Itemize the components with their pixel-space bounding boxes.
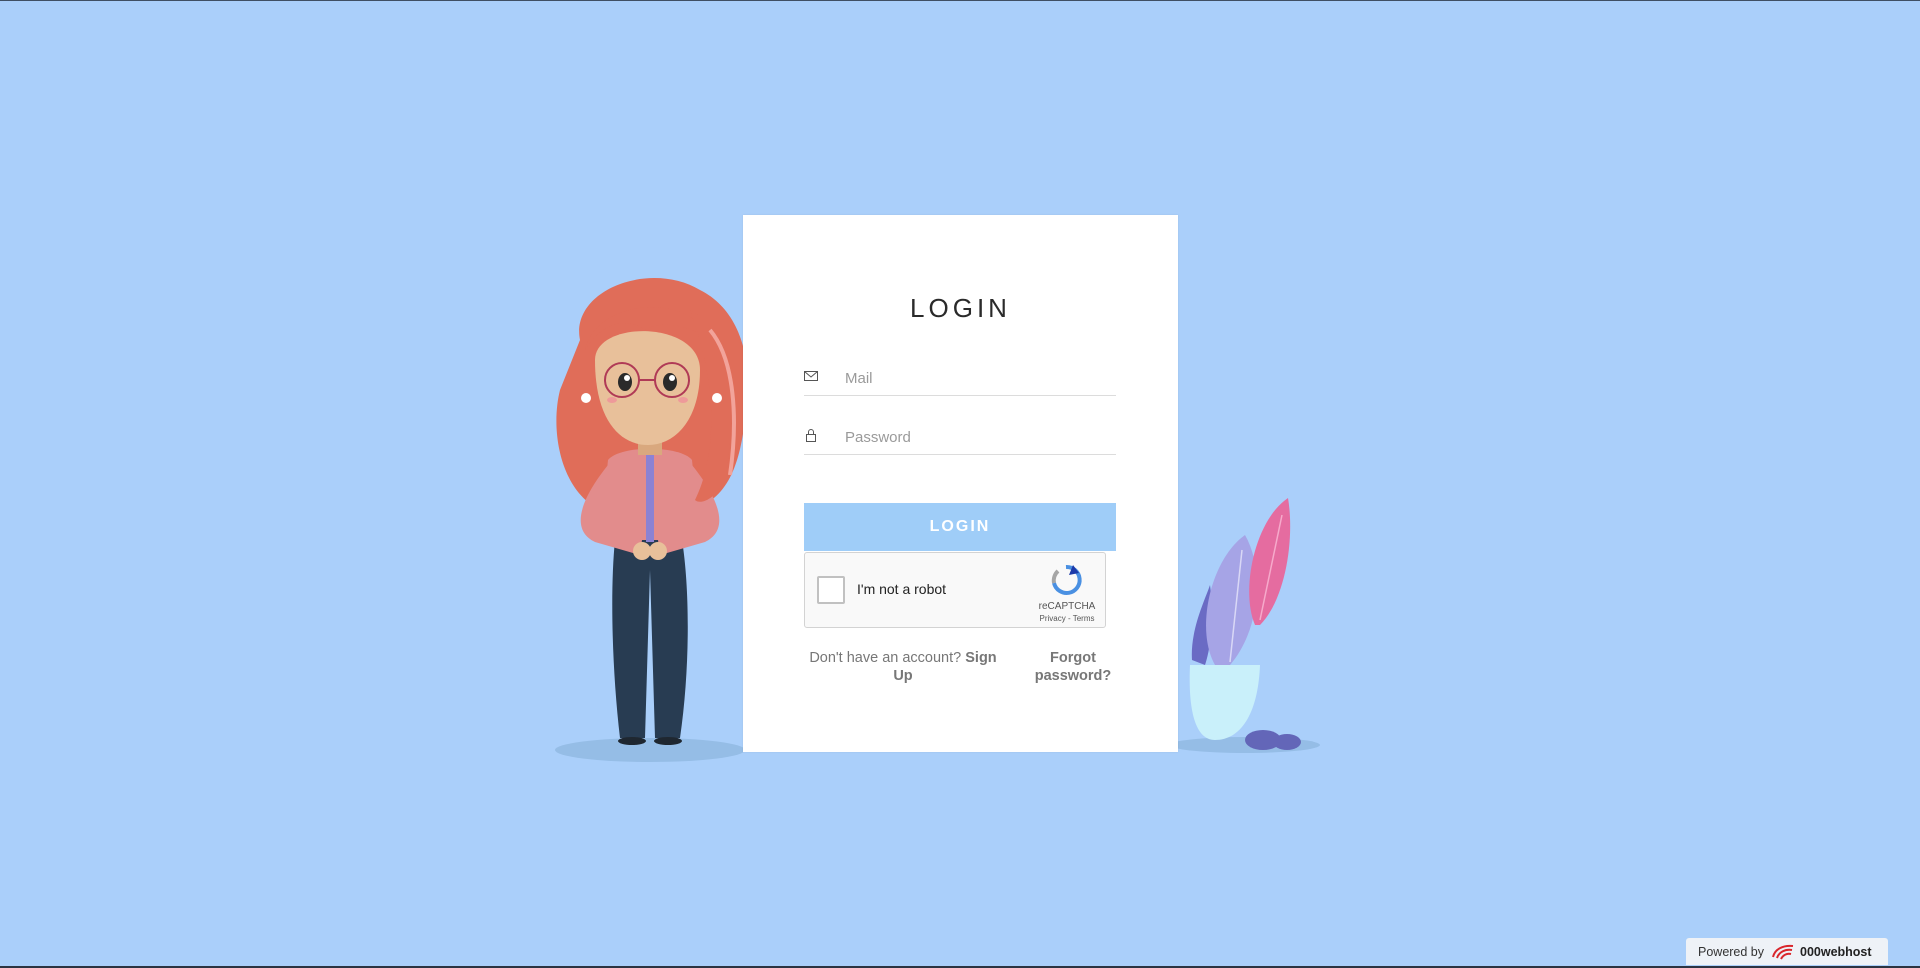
envelope-icon (804, 371, 818, 381)
captcha-checkbox[interactable] (817, 576, 845, 604)
captcha-brand: reCAPTCHA (1038, 601, 1096, 612)
forgot-password-link[interactable]: Forgot password? (1018, 649, 1128, 685)
recaptcha-logo-icon (1051, 564, 1082, 595)
plant-illustration (1170, 498, 1320, 753)
login-card: LOGIN LOGIN I'm not a robot r (743, 215, 1178, 752)
login-button[interactable]: LOGIN (804, 503, 1116, 551)
captcha-links[interactable]: Privacy - Terms (1035, 614, 1099, 623)
mail-input[interactable] (845, 367, 1105, 389)
password-input[interactable] (845, 426, 1105, 448)
captcha-label: I'm not a robot (857, 581, 947, 597)
000webhost-logo-icon (1772, 944, 1794, 960)
powered-by-badge[interactable]: Powered by 000webhost (1686, 938, 1888, 965)
recaptcha-widget: I'm not a robot reCAPTCHA Privacy - Term… (804, 552, 1106, 628)
girl-illustration (555, 278, 748, 762)
password-field (804, 422, 1116, 455)
top-border (0, 0, 1920, 1)
powered-label: Powered by (1698, 945, 1765, 959)
mail-field (804, 363, 1116, 396)
page: LOGIN LOGIN I'm not a robot r (0, 0, 1920, 968)
no-account-prompt: Don't have an account? Sign Up (804, 649, 1002, 685)
lock-icon (806, 429, 816, 442)
login-title: LOGIN (910, 293, 1011, 323)
host-name: 000webhost (1800, 945, 1872, 959)
no-account-text: Don't have an account? (809, 650, 962, 666)
